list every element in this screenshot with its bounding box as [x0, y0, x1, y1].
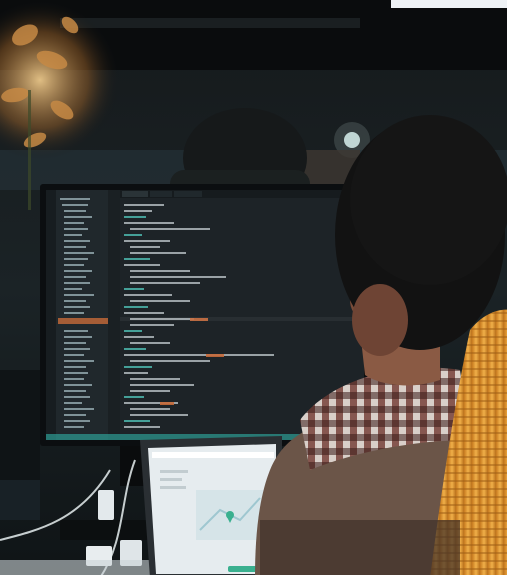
power-adapter	[98, 490, 114, 520]
editor-activity-bar	[46, 190, 56, 440]
editor-selected-file	[58, 318, 108, 324]
desk-shelf-edge	[0, 480, 40, 520]
editor-tab	[150, 191, 172, 197]
editor-gutter	[108, 190, 120, 440]
frame-edge	[507, 0, 511, 578]
editor-tab	[122, 191, 148, 197]
plant-stem	[28, 90, 31, 210]
ceiling-beam	[60, 18, 360, 28]
person-face-side	[352, 284, 408, 356]
laptop-header	[152, 452, 274, 458]
frame-corner	[391, 0, 511, 8]
person-jacket-shadow	[260, 520, 460, 578]
photo	[0, 0, 511, 578]
editor-current-line	[120, 317, 364, 321]
person-head-hair	[350, 115, 510, 285]
editor-tab	[174, 191, 202, 197]
